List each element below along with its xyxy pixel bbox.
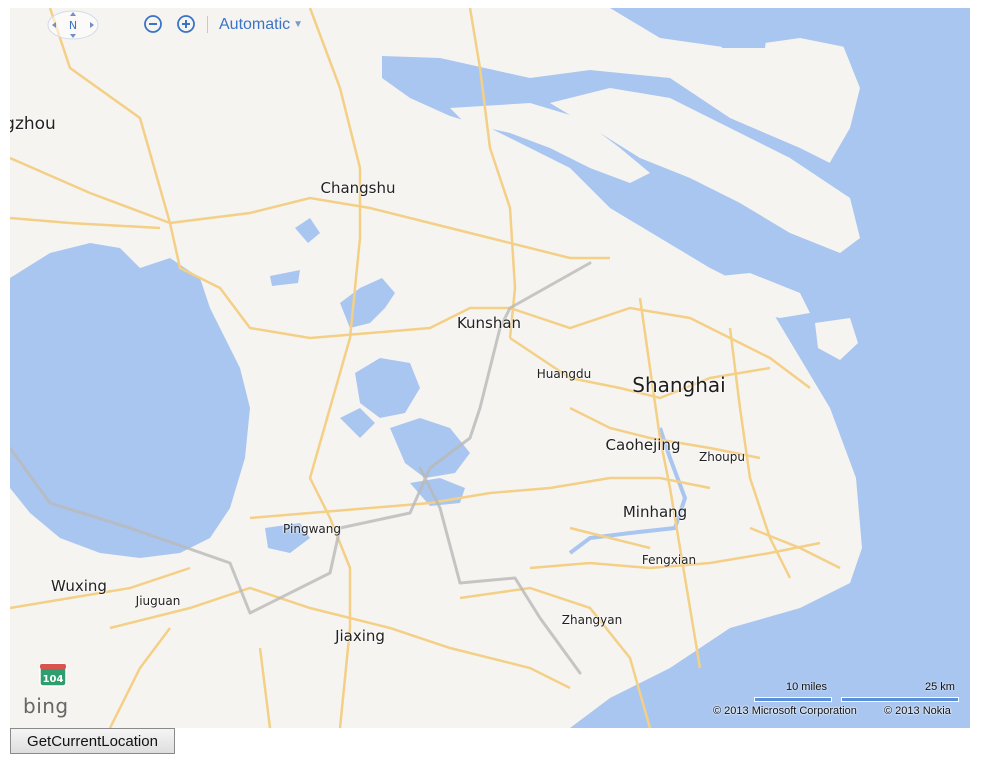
place-label: Jiuguan	[135, 594, 181, 608]
compass-north-label: N	[69, 19, 77, 32]
place-label: Kunshan	[456, 314, 522, 332]
zoom-in-icon[interactable]	[176, 14, 196, 34]
scale-km-label: 25 km	[925, 681, 955, 693]
map-type-dropdown[interactable]: Automatic ▼	[219, 16, 303, 34]
copyright-nokia: © 2013 Nokia	[884, 705, 951, 717]
place-label: Zhoupu	[699, 450, 745, 464]
map-toolbar: N Automatic ▼	[10, 8, 970, 42]
road-shield-icon: 104	[39, 663, 67, 687]
place-label: Wuxing	[51, 577, 107, 595]
svg-text:104: 104	[43, 674, 64, 685]
scale-miles-label: 10 miles	[786, 681, 827, 693]
scale-miles-bar	[754, 697, 832, 702]
place-label: Huangdu	[536, 367, 592, 381]
place-label: Minhang	[622, 503, 688, 521]
map-view[interactable]: N Automatic▼ gzhou Changshu Kunshan Huan…	[10, 8, 970, 728]
map-base-layer	[10, 8, 970, 728]
place-label: Jiaxing	[335, 627, 385, 645]
place-label: Zhangyan	[561, 613, 623, 627]
copyright-microsoft: © 2013 Microsoft Corporation	[713, 705, 857, 717]
toolbar-divider	[207, 16, 208, 33]
map-type-label: Automatic	[219, 16, 291, 33]
place-label: Caohejing	[605, 436, 681, 454]
scale-km-bar	[841, 697, 959, 702]
compass-navigation-control[interactable]: N	[46, 10, 100, 40]
bing-logo: bing	[23, 694, 69, 718]
place-label: gzhou	[10, 114, 56, 134]
place-label: Changshu	[320, 179, 396, 197]
get-current-location-button[interactable]: GetCurrentLocation	[10, 728, 175, 754]
zoom-out-icon[interactable]	[143, 14, 163, 34]
place-label: Shanghai	[632, 373, 726, 397]
place-label: Fengxian	[641, 553, 697, 567]
place-label: Pingwang	[283, 522, 341, 536]
dropdown-caret-icon: ▼	[293, 19, 304, 30]
